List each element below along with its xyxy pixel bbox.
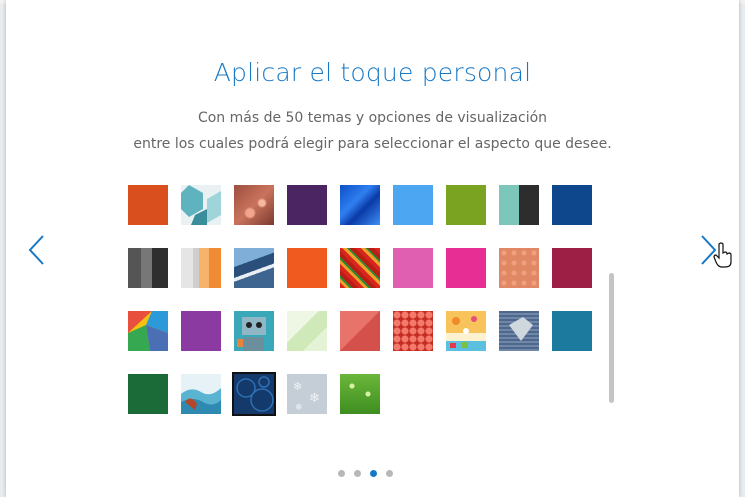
theme-tile[interactable]	[234, 248, 274, 288]
theme-tile[interactable]	[181, 248, 221, 288]
theme-tile[interactable]	[393, 185, 433, 225]
theme-tile[interactable]	[499, 185, 539, 225]
theme-tile[interactable]	[128, 248, 168, 288]
theme-tile[interactable]	[340, 185, 380, 225]
chevron-left-icon	[28, 235, 44, 265]
theme-tile[interactable]	[287, 311, 327, 351]
theme-tile[interactable]	[393, 248, 433, 288]
theme-tile[interactable]	[128, 185, 168, 225]
page-dot-3-active[interactable]	[370, 470, 377, 477]
theme-tile[interactable]	[181, 185, 221, 225]
page-dot-1[interactable]	[338, 470, 345, 477]
theme-tile[interactable]	[552, 248, 592, 288]
theme-tile-selected[interactable]	[232, 372, 276, 416]
theme-tile[interactable]	[234, 311, 274, 351]
theme-tile[interactable]: ❄ ❄ ❄	[287, 374, 327, 414]
theme-tile[interactable]	[340, 374, 380, 414]
theme-tile[interactable]	[499, 248, 539, 288]
subtitle-line-1: Con más de 50 temas y opciones de visual…	[197, 110, 548, 126]
prev-page-button[interactable]	[24, 233, 52, 267]
theme-tile[interactable]	[393, 311, 433, 351]
theme-tile[interactable]	[446, 248, 486, 288]
theme-tile[interactable]	[181, 374, 221, 414]
pagination-dots	[338, 470, 393, 478]
theme-tile[interactable]	[234, 185, 274, 225]
theme-tile[interactable]	[340, 248, 380, 288]
page-title: Aplicar el toque personal	[213, 58, 532, 87]
theme-tile[interactable]	[499, 311, 539, 351]
svg-text:❄: ❄	[295, 403, 303, 413]
theme-grid: ❄ ❄ ❄	[128, 185, 598, 416]
scrollbar-thumb[interactable]	[609, 273, 614, 403]
hand-cursor-icon	[713, 242, 732, 268]
theme-tile[interactable]	[287, 248, 327, 288]
theme-tile[interactable]	[446, 311, 486, 351]
theme-tile[interactable]	[340, 311, 380, 351]
page-dot-2[interactable]	[354, 470, 361, 477]
theme-tile[interactable]	[181, 311, 221, 351]
theme-tile[interactable]	[446, 185, 486, 225]
theme-tile[interactable]	[552, 311, 592, 351]
svg-text:❄: ❄	[293, 380, 302, 393]
page-dot-4[interactable]	[386, 470, 393, 477]
subtitle-line-2: entre los cuales podrá elegir para selec…	[133, 136, 612, 152]
theme-tile[interactable]	[552, 185, 592, 225]
theme-tile[interactable]	[128, 311, 168, 351]
theme-tile[interactable]	[287, 185, 327, 225]
theme-tile[interactable]	[128, 374, 168, 414]
svg-text:❄: ❄	[309, 391, 320, 406]
